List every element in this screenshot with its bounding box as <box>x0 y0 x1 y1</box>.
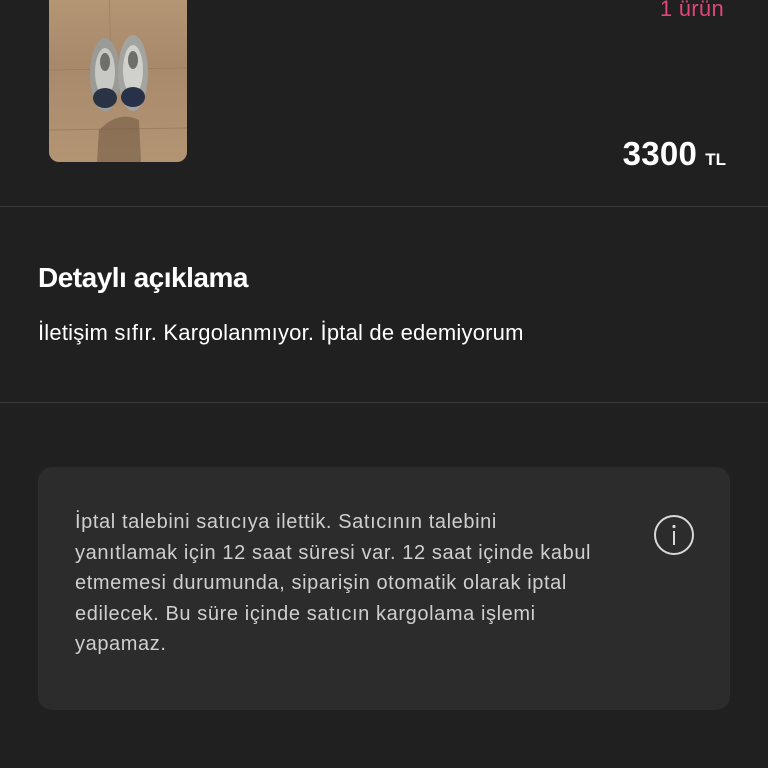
cancellation-info-text: İptal talebini satıcıya ilettik. Satıcın… <box>75 511 592 655</box>
description-title: Detaylı açıklama <box>38 262 248 293</box>
product-row[interactable]: 1 ürün 3300 TL <box>0 0 768 206</box>
item-count-label: 1 ürün <box>659 0 724 21</box>
info-circle-icon[interactable] <box>653 514 695 556</box>
section-divider <box>0 402 768 403</box>
cancellation-info-card: İptal talebini satıcıya ilettik. Satıcın… <box>38 467 730 710</box>
order-detail-screen: 1 ürün 3300 TL Detaylı açıklama İletişim… <box>0 0 768 768</box>
section-divider <box>0 206 768 207</box>
price-currency: TL <box>705 150 726 169</box>
product-thumbnail[interactable] <box>49 0 187 162</box>
sneakers-photo-icon <box>49 0 187 162</box>
price-amount: 3300 <box>622 135 698 172</box>
price: 3300 TL <box>623 135 726 173</box>
description-text: İletişim sıfır. Kargolanmıyor. İptal de … <box>38 320 524 345</box>
